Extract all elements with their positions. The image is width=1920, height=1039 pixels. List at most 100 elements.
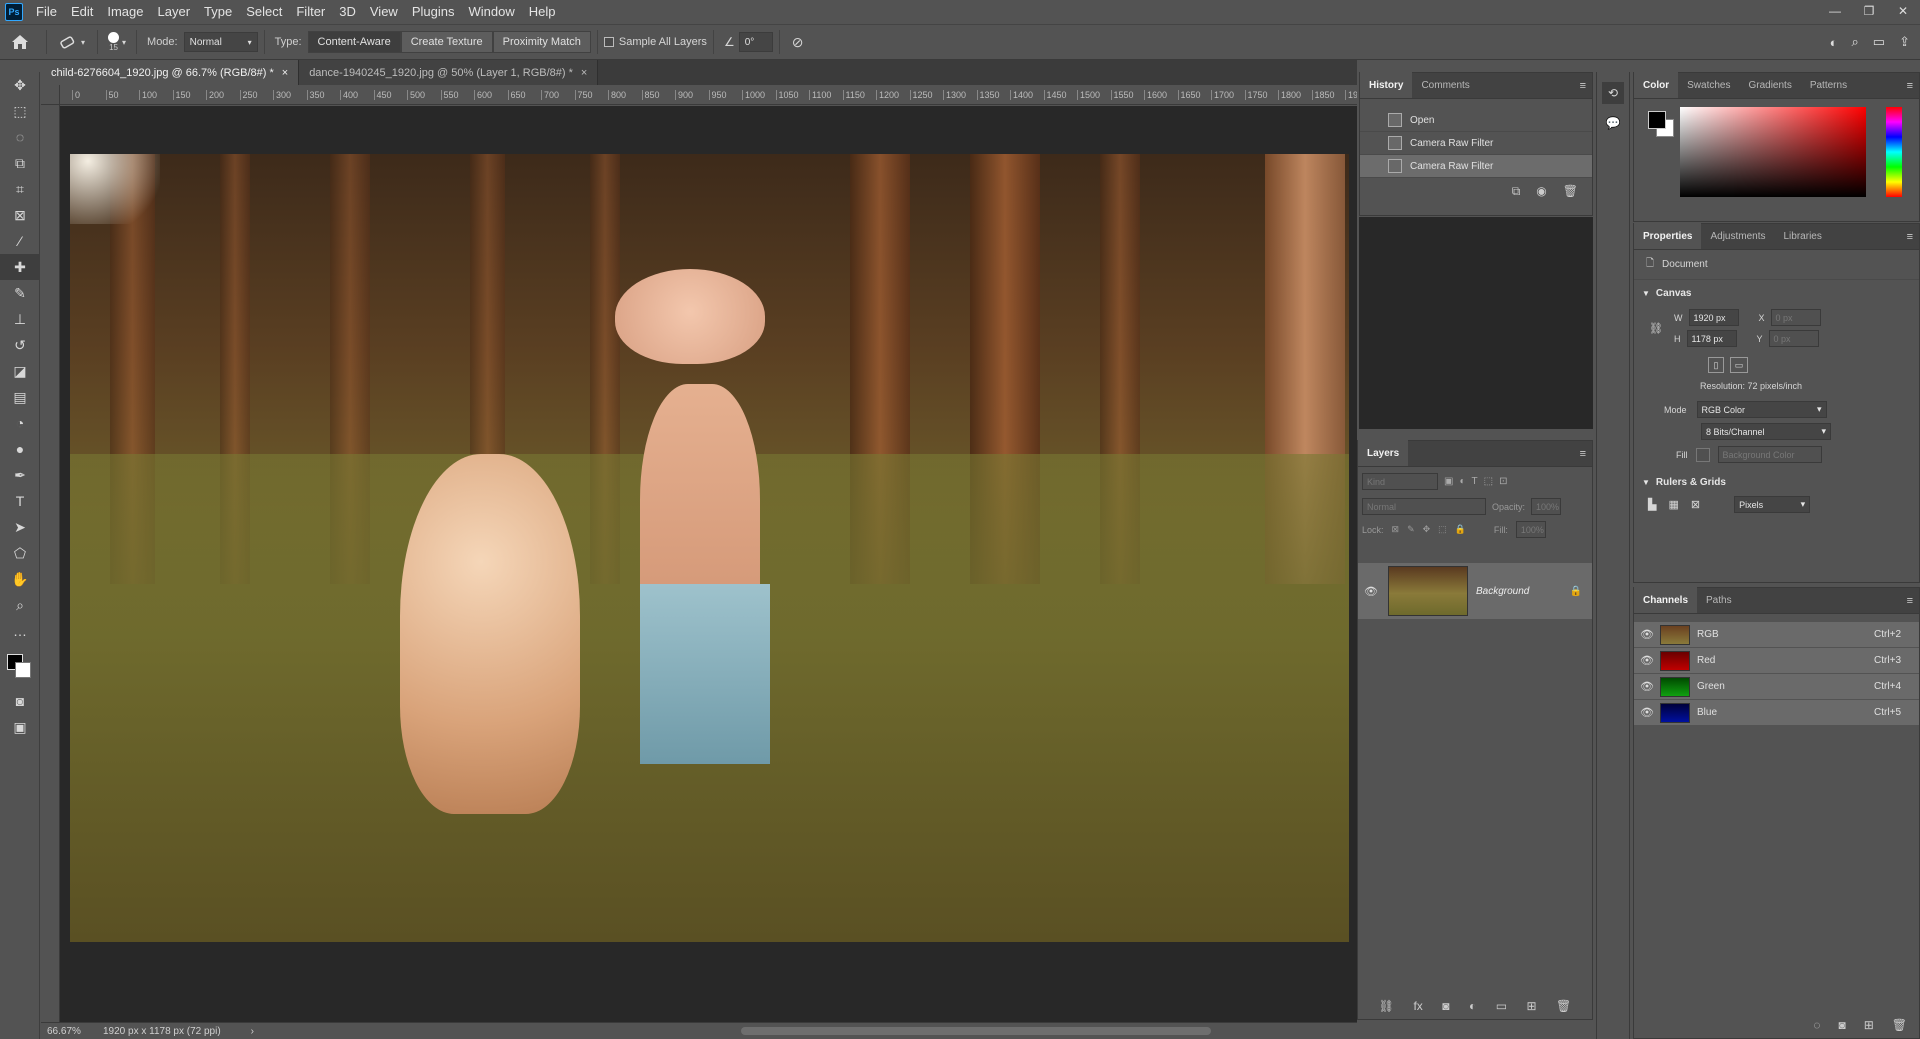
crop-tool-icon[interactable]: ⌗ <box>0 176 40 202</box>
blur-tool-icon[interactable]: ◔ <box>0 410 40 436</box>
menu-window[interactable]: Window <box>461 0 521 24</box>
lock-image-icon[interactable]: ✎ <box>1407 524 1415 535</box>
tab-swatches[interactable]: Swatches <box>1678 72 1739 98</box>
lock-transparent-icon[interactable]: ⊠ <box>1392 524 1400 535</box>
load-selection-icon[interactable]: ◌ <box>1813 1018 1820 1032</box>
filter-type-icon[interactable]: T <box>1472 476 1478 487</box>
menu-view[interactable]: View <box>363 0 405 24</box>
tab-comments[interactable]: Comments <box>1412 72 1478 98</box>
object-selection-tool-icon[interactable]: ⧉ <box>0 150 40 176</box>
document-info[interactable]: 1920 px x 1178 px (72 ppi) <box>103 1026 221 1037</box>
hue-slider[interactable] <box>1886 107 1902 197</box>
home-icon[interactable] <box>0 34 40 50</box>
eyedropper-tool-icon[interactable]: ⁄ <box>0 228 40 254</box>
chevron-right-icon[interactable]: › <box>251 1026 254 1037</box>
y-input[interactable]: 0 px <box>1768 330 1819 347</box>
horizontal-ruler[interactable]: 0 50 100 150 200 250 300 350 400 450 500 550 600 650 7… <box>60 85 1357 105</box>
mode-select[interactable]: Normal ▾ <box>183 32 258 52</box>
close-tab-icon[interactable]: × <box>581 67 587 79</box>
vertical-ruler[interactable] <box>41 105 60 1022</box>
save-selection-icon[interactable]: ◙ <box>1838 1018 1845 1032</box>
sample-all-layers-checkbox[interactable]: Sample All Layers <box>603 36 707 48</box>
filter-pixel-icon[interactable]: ▣ <box>1444 476 1453 487</box>
close-tab-icon[interactable]: × <box>282 67 288 79</box>
history-item[interactable]: Open <box>1360 109 1592 132</box>
canvas-section[interactable]: ▼ Canvas <box>1634 280 1919 307</box>
new-document-from-state-icon[interactable]: ⧉ <box>1512 184 1521 199</box>
tab-child-document[interactable]: child-6276604_1920.jpg @ 66.7% (RGB/8#) … <box>41 60 300 85</box>
grid-toggle-icon[interactable]: ▦ <box>1668 498 1678 511</box>
eraser-tool-icon[interactable]: ◪ <box>0 358 40 384</box>
frame-tool-icon[interactable]: ⊠ <box>0 202 40 228</box>
opacity-input[interactable]: 100% <box>1531 498 1562 515</box>
pressure-size-icon[interactable]: ⊘ <box>792 34 804 51</box>
proximity-match-button[interactable]: Proximity Match <box>492 31 591 53</box>
ruler-units-select[interactable]: Pixels ▾ <box>1734 496 1811 513</box>
history-brush-tool-icon[interactable]: ↺ <box>0 332 40 358</box>
layer-name[interactable]: Background <box>1476 586 1529 597</box>
zoom-tool-icon[interactable]: ⌕ <box>0 592 40 618</box>
clone-stamp-tool-icon[interactable]: ⊥ <box>0 306 40 332</box>
guides-toggle-icon[interactable]: ⊠ <box>1691 498 1700 511</box>
panel-menu-icon[interactable]: ≡ <box>1907 595 1913 607</box>
channel-row-blue[interactable]: 👁 Blue Ctrl+5 <box>1634 700 1919 726</box>
layer-row-background[interactable]: 👁 Background 🔒 <box>1358 563 1592 619</box>
comments-panel-icon[interactable]: 💬 <box>1602 112 1624 134</box>
document-image[interactable] <box>70 154 1349 942</box>
color-swatches[interactable] <box>0 644 39 688</box>
channel-row-red[interactable]: 👁 Red Ctrl+3 <box>1634 648 1919 674</box>
visibility-eye-icon[interactable]: 👁 <box>1364 585 1378 598</box>
new-channel-icon[interactable]: ⊞ <box>1864 1018 1874 1032</box>
move-tool-icon[interactable]: ✥ <box>0 72 40 98</box>
x-input[interactable]: 0 px <box>1770 309 1821 326</box>
lock-all-icon[interactable]: 🔒 <box>1455 524 1466 535</box>
tab-color[interactable]: Color <box>1634 72 1679 98</box>
visibility-eye-icon[interactable]: 👁 <box>1640 628 1654 641</box>
search-icon[interactable]: ⌕ <box>1852 34 1859 50</box>
lasso-tool-icon[interactable]: ◌ <box>0 124 40 150</box>
angle-input[interactable]: 0° <box>738 32 773 52</box>
zoom-level[interactable]: 66.67% <box>41 1026 91 1037</box>
tab-dance-document[interactable]: dance-1940245_1920.jpg @ 50% (Layer 1, R… <box>299 60 599 85</box>
healing-brush-tool-icon[interactable]: ✚ <box>0 254 40 280</box>
marquee-tool-icon[interactable]: ⬚ <box>0 98 40 124</box>
layer-style-fx-icon[interactable]: fx <box>1413 999 1422 1013</box>
channel-row-rgb[interactable]: 👁 RGB Ctrl+2 <box>1634 622 1919 648</box>
panel-menu-icon[interactable]: ≡ <box>1580 448 1586 460</box>
history-item-selected[interactable]: Camera Raw Filter <box>1360 155 1592 178</box>
height-input[interactable]: 1178 px <box>1686 330 1737 347</box>
horizontal-scrollbar[interactable] <box>741 1027 1211 1035</box>
channel-row-green[interactable]: 👁 Green Ctrl+4 <box>1634 674 1919 700</box>
group-folder-icon[interactable]: ▭ <box>1496 999 1507 1013</box>
create-texture-button[interactable]: Create Texture <box>400 31 493 53</box>
quick-mask-icon[interactable]: ◙ <box>0 688 40 714</box>
brush-picker[interactable]: 15 ▾ <box>104 32 130 52</box>
menu-file[interactable]: File <box>29 0 64 24</box>
screen-mode-icon[interactable]: ▣ <box>0 714 40 740</box>
tab-paths[interactable]: Paths <box>1697 587 1741 613</box>
menu-layer[interactable]: Layer <box>151 0 198 24</box>
link-dimensions-icon[interactable]: ⛓ <box>1649 322 1663 335</box>
panel-menu-icon[interactable]: ≡ <box>1580 80 1586 92</box>
color-picker-field[interactable] <box>1680 107 1866 197</box>
close-window-button[interactable]: ✕ <box>1886 0 1920 22</box>
color-mode-select[interactable]: RGB Color ▾ <box>1696 401 1827 418</box>
filter-smart-object-icon[interactable]: ⊡ <box>1499 476 1507 487</box>
visibility-eye-icon[interactable]: 👁 <box>1640 680 1654 693</box>
kind-filter-select[interactable]: Kind <box>1362 473 1438 490</box>
width-input[interactable]: 1920 px <box>1688 309 1739 326</box>
menu-plugins[interactable]: Plugins <box>405 0 462 24</box>
path-selection-tool-icon[interactable]: ➤ <box>0 514 40 540</box>
restore-button[interactable]: ❐ <box>1852 0 1886 22</box>
link-layers-icon[interactable]: ⛓ <box>1379 999 1394 1013</box>
adjustment-layer-icon[interactable]: ◐ <box>1469 999 1476 1013</box>
menu-select[interactable]: Select <box>239 0 289 24</box>
lock-artboard-icon[interactable]: ⬚ <box>1438 524 1447 535</box>
fill-input[interactable]: 100% <box>1515 521 1546 538</box>
ruler-toggle-icon[interactable]: ▙ <box>1648 498 1656 511</box>
history-item[interactable]: Camera Raw Filter <box>1360 132 1592 155</box>
trash-icon[interactable]: 🗑 <box>1563 184 1578 199</box>
bit-depth-select[interactable]: 8 Bits/Channel ▾ <box>1701 423 1831 440</box>
shape-tool-icon[interactable]: ⬠ <box>0 540 40 566</box>
filter-adjustment-icon[interactable]: ◐ <box>1459 476 1465 487</box>
